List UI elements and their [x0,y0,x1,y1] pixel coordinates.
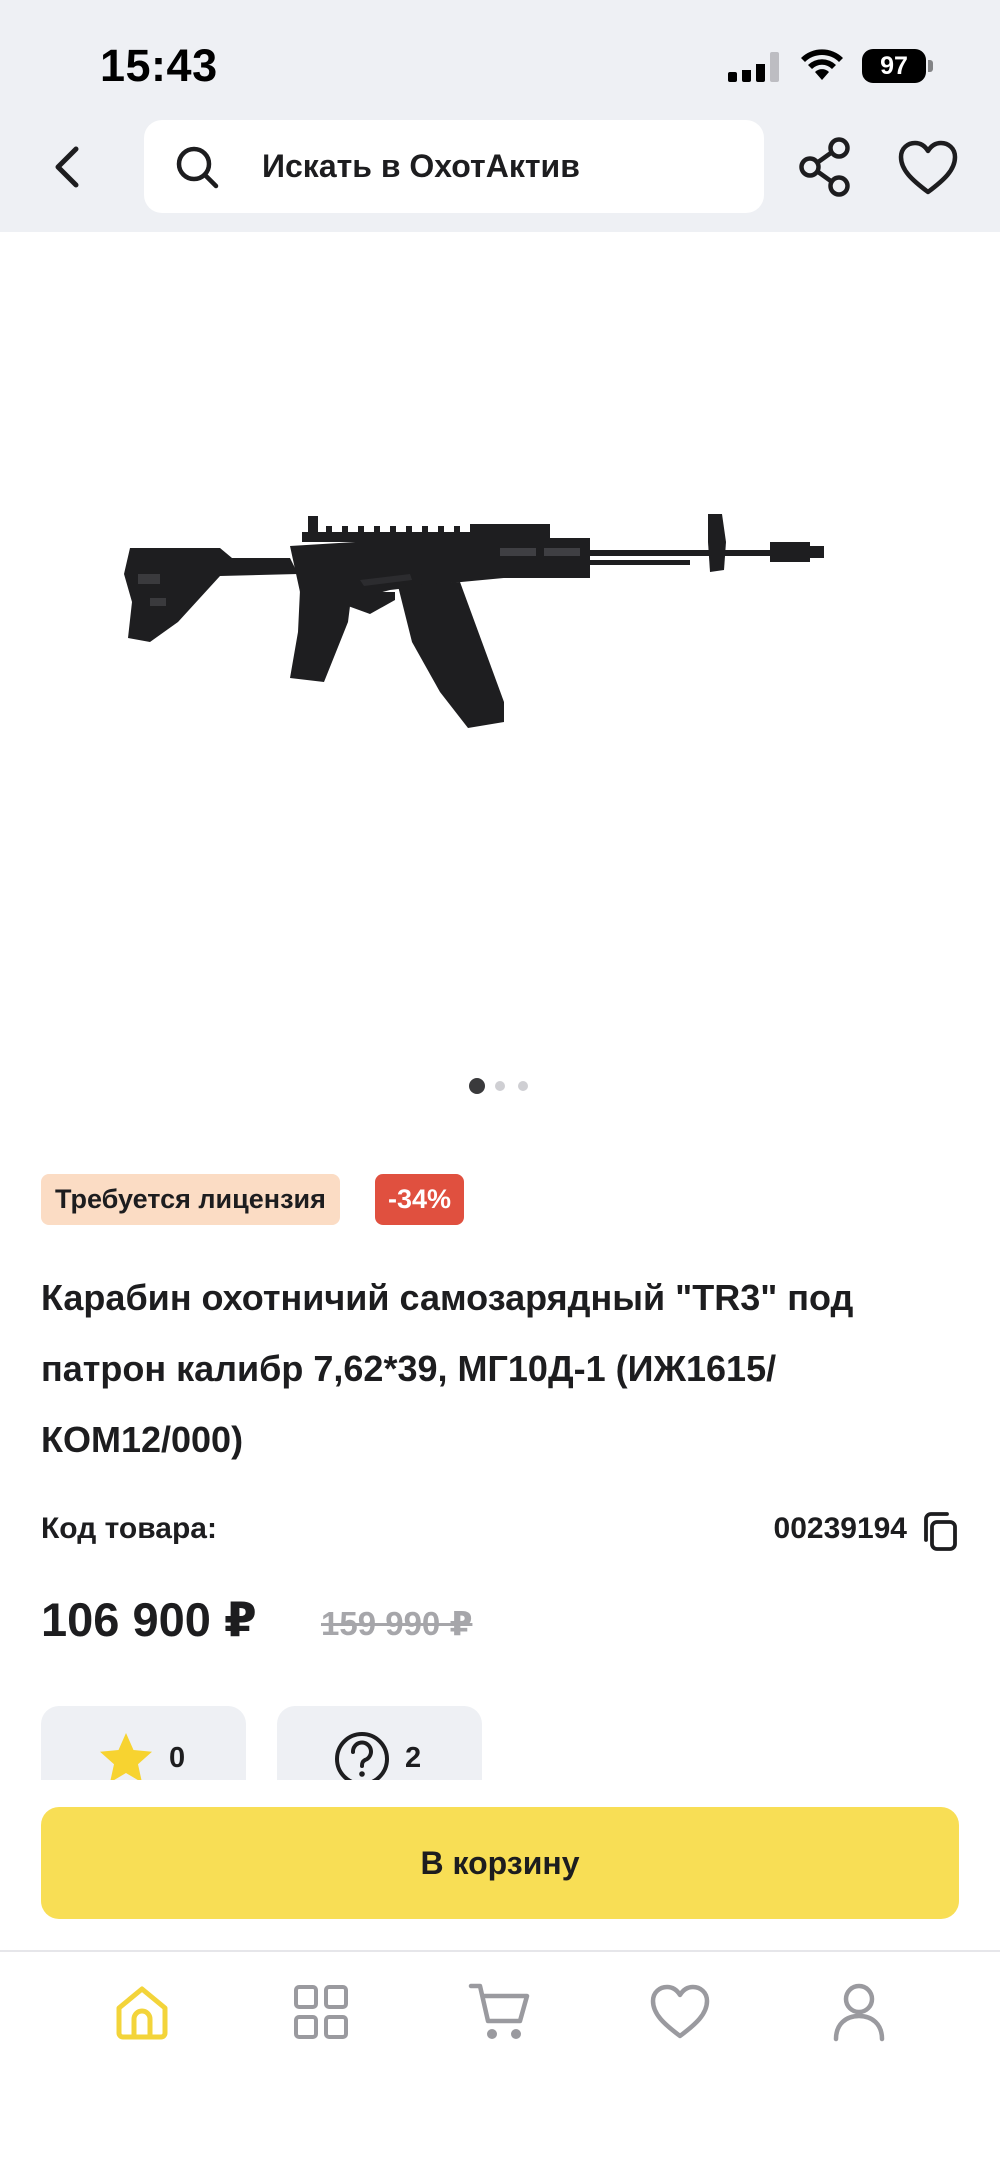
copy-icon[interactable] [919,1510,959,1552]
battery-tip [928,60,933,72]
sku-row: Код товара: 00239194 [41,1508,959,1552]
search-icon [176,146,219,189]
license-badge: Требуется лицензия [41,1174,340,1225]
catalog-icon [294,1985,348,2039]
tab-favorites[interactable] [640,1972,720,2052]
sku-value: 00239194 [773,1512,907,1545]
search-placeholder: Искать в ОхотАктив [262,148,580,184]
back-button[interactable] [40,140,94,194]
share-icon [799,137,850,197]
star-icon [100,1733,152,1780]
tab-bar [0,1950,1000,2164]
gallery-pagination[interactable] [0,1078,1000,1098]
product-title-line-2: патрон калибр 7,62*39, МГ10Д-1 (ИЖ1615/ [41,1348,777,1389]
tab-profile[interactable] [819,1972,899,2052]
tab-cart[interactable] [460,1972,540,2052]
product-gallery[interactable] [0,232,1000,1112]
home-icon [116,1986,168,2040]
cart-icon [468,1983,530,2039]
product-title: Карабин охотничий самозарядный "TR3" под… [41,1262,961,1475]
battery-level: 97 [862,49,926,83]
product-title-line-3: КОМ12/000) [41,1419,244,1460]
gallery-dot-1[interactable] [469,1078,485,1094]
favorite-button[interactable] [898,140,958,196]
gallery-dot-3[interactable] [518,1081,528,1091]
questions-count: 2 [405,1742,422,1774]
status-bar: 15:43 97 [0,0,1000,120]
back-icon [55,146,79,188]
search-input[interactable]: Искать в ОхотАктив [144,120,764,213]
gallery-dot-2[interactable] [495,1081,505,1091]
product-title-line-1: Карабин охотничий самозарядный "TR3" под [41,1277,854,1318]
price-current: 106 900 ₽ [41,1593,257,1646]
cellular-signal-icon [728,52,779,82]
battery-indicator: 97 [862,49,934,83]
rating-button[interactable]: 0 [41,1706,246,1780]
rifle-image [124,514,824,728]
share-button[interactable] [796,136,856,198]
discount-badge: -34% [375,1174,465,1225]
favorites-icon [650,1984,710,2039]
rating-count: 0 [169,1742,186,1774]
questions-button[interactable]: 2 [277,1706,482,1780]
question-icon [335,1732,389,1780]
status-time: 15:43 [100,40,218,91]
top-area: 15:43 97 Искать в ОхотАктив [0,0,1000,232]
price-row: 106 900 ₽ 159 990 ₽ [41,1592,941,1652]
nav-bar: Искать в ОхотАктив [0,120,1000,232]
price-old: 159 990 ₽ [321,1605,473,1642]
wifi-icon [801,49,843,80]
profile-icon [833,1983,885,2042]
tab-home[interactable] [102,1972,182,2052]
tab-catalog[interactable] [281,1972,361,2052]
sku-label: Код товара: [41,1512,217,1545]
heart-icon [898,140,958,195]
add-to-cart-button[interactable]: В корзину [41,1807,959,1919]
